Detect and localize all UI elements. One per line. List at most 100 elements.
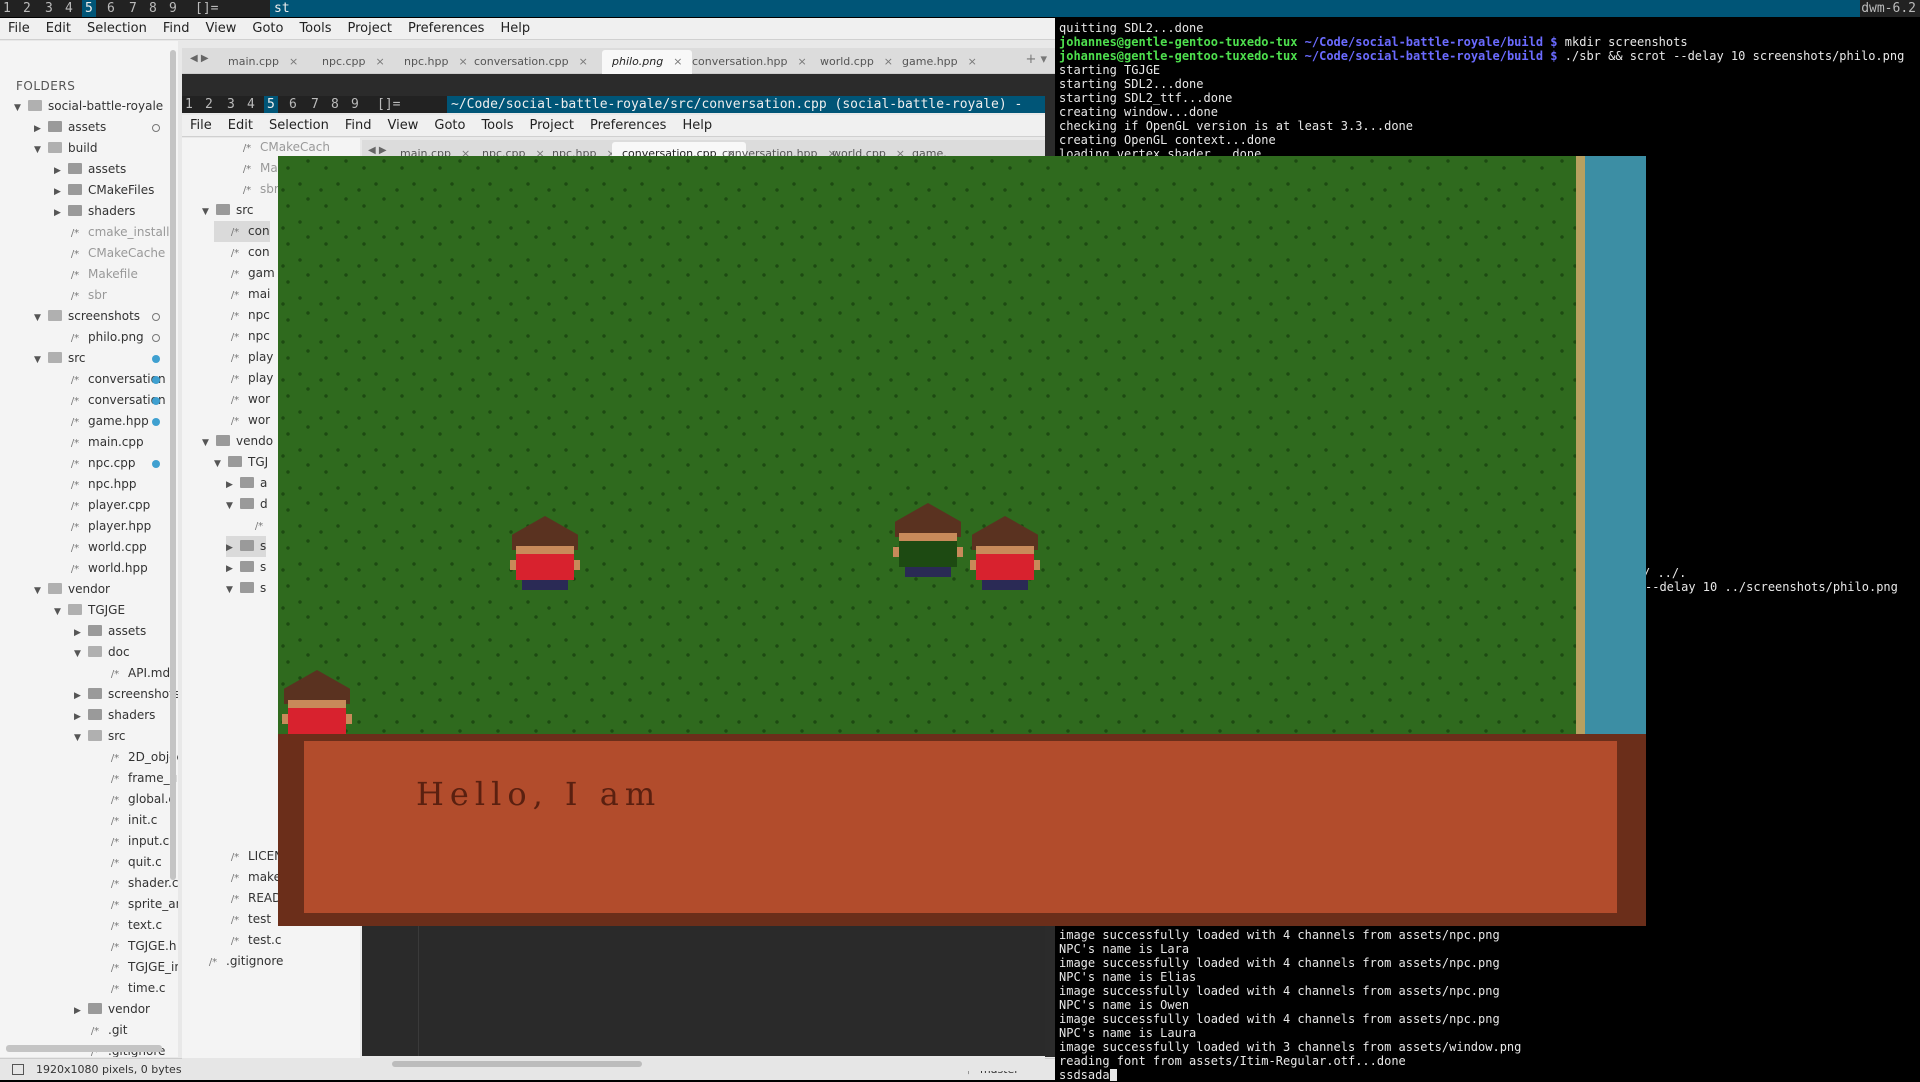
sidebar-tree-item[interactable]: /* world.cpp: [54, 537, 147, 558]
menu-preferences[interactable]: Preferences: [400, 18, 492, 40]
term-line: NPC's name is Owen: [1059, 998, 1190, 1012]
sidebar-tree-item[interactable]: /* game.hpp: [54, 411, 149, 432]
sidebar-tree-item[interactable]: ▼ screenshots: [34, 306, 140, 327]
sidebar-tree-item[interactable]: ▶ assets: [34, 117, 106, 138]
tag-7[interactable]: 7: [126, 0, 140, 17]
sidebar-tree-item[interactable]: /* npc.hpp: [54, 474, 137, 495]
sidebar-tree-item[interactable]: ▶ assets: [54, 159, 126, 180]
term-line: image successfully loaded with 4 channel…: [1059, 984, 1500, 998]
sidebar-tree-item[interactable]: ▼ TGJGE: [54, 600, 125, 621]
file-icon: /*: [230, 290, 240, 301]
inner-menu-goto: Goto: [434, 118, 466, 133]
close-icon[interactable]: ×: [798, 55, 807, 68]
folder-icon: [68, 205, 82, 216]
sidebar-tree-item[interactable]: /* philo.png: [54, 327, 144, 348]
sidebar-tree-item[interactable]: /* world.hpp: [54, 558, 148, 579]
sidebar-tree-item[interactable]: /* time.c: [94, 978, 166, 999]
menu-view[interactable]: View: [198, 18, 245, 40]
sidebar-tree-item[interactable]: /* shader.c: [94, 873, 178, 894]
tab-overflow-icon[interactable]: + ▾: [1025, 52, 1047, 67]
tag-6[interactable]: 6: [104, 0, 118, 17]
tag-4[interactable]: 4: [62, 0, 76, 17]
file-icon: /*: [230, 374, 240, 385]
sidebar-tree-item[interactable]: /* cmake_install: [54, 222, 170, 243]
chevron-down-icon: ▼: [226, 585, 233, 595]
menu-selection[interactable]: Selection: [79, 18, 155, 40]
tab[interactable]: game.hpp ×: [892, 50, 987, 74]
sidebar-tree-item[interactable]: /* TGJGE.h: [94, 936, 177, 957]
sidebar-tree-item[interactable]: /*frame_upda: [94, 768, 178, 789]
prompt-command: ./sbr && scrot --delay 10 screenshots/ph…: [1564, 49, 1905, 63]
sidebar-tree-item[interactable]: ▶ CMakeFiles: [54, 180, 154, 201]
sidebar-tree-item[interactable]: /* player.cpp: [54, 495, 150, 516]
sidebar-tree-item[interactable]: /* conversation: [54, 369, 166, 390]
sidebar-tree-item[interactable]: /* quit.c: [94, 852, 162, 873]
tab[interactable]: main.cpp ×: [218, 50, 308, 74]
menu-tools[interactable]: Tools: [291, 18, 339, 40]
menu-goto[interactable]: Goto: [244, 18, 291, 40]
term-line: johannes@gentle-gentoo-tuxedo-tux ~/Code…: [1059, 35, 1688, 49]
menu-find[interactable]: Find: [155, 18, 198, 40]
close-icon[interactable]: ×: [376, 55, 385, 68]
close-icon[interactable]: ×: [289, 55, 298, 68]
layout-symbol[interactable]: []=: [192, 0, 221, 17]
tab[interactable]: world.cpp ×: [810, 50, 903, 74]
inner-tree-label: sbr: [260, 182, 279, 196]
game-window[interactable]: Hello, I am: [278, 156, 1646, 926]
tag-3[interactable]: 3: [42, 0, 56, 17]
tag-1[interactable]: 1: [0, 0, 14, 17]
tag-2[interactable]: 2: [20, 0, 34, 17]
sidebar-tree-item[interactable]: /* CMakeCache: [54, 243, 166, 264]
sidebar-item-label: main.cpp: [88, 435, 144, 449]
inner-tree-item: ▼ src: [202, 200, 254, 221]
sidebar-tree-item[interactable]: /* player.hpp: [54, 516, 151, 537]
sidebar-tree-item[interactable]: ▶ assets: [74, 621, 146, 642]
tab[interactable]: philo.png ×: [602, 50, 693, 74]
sidebar-tree-item[interactable]: ▼ doc: [74, 642, 130, 663]
tab[interactable]: npc.cpp ×: [312, 50, 395, 74]
sidebar-tree-item[interactable]: /* Makefile: [54, 264, 138, 285]
close-icon[interactable]: ×: [968, 55, 977, 68]
panel-toggle-icon[interactable]: [12, 1064, 24, 1075]
inner-tree-label: wor: [248, 392, 271, 406]
sidebar-tree-item[interactable]: /* sprite_and_: [94, 894, 178, 915]
sidebar-tree-item[interactable]: /* text.c: [94, 915, 162, 936]
sidebar-item-label: npc.hpp: [88, 477, 137, 491]
sidebar-tree-item[interactable]: /* global.c: [94, 789, 175, 810]
sidebar-tree-item[interactable]: /* input.c: [94, 831, 169, 852]
sidebar-tree-item[interactable]: ▼ vendor: [34, 579, 110, 600]
tab-nav-arrows-icon[interactable]: ◀ ▶: [190, 53, 209, 64]
sidebar-tree-item[interactable]: ▼ src: [74, 726, 126, 747]
sidebar-tree-item[interactable]: ▶ vendor: [74, 999, 150, 1020]
tag-9[interactable]: 9: [166, 0, 180, 17]
sidebar-tree-item[interactable]: /* TGJGE_inte: [94, 957, 178, 978]
tab[interactable]: conversation.hpp ×: [682, 50, 817, 74]
sidebar-tree-item[interactable]: ▶ shaders: [74, 705, 155, 726]
sidebar-tree-item[interactable]: /*2D_object.c: [94, 747, 178, 768]
sidebar-tree-item[interactable]: ▼ build: [34, 138, 98, 159]
sidebar-tree-item[interactable]: /* sbr: [54, 285, 107, 306]
menu-file[interactable]: File: [0, 18, 38, 40]
sidebar-hscrollbar[interactable]: [6, 1045, 162, 1052]
sidebar-tree-item[interactable]: ▼ src: [34, 348, 86, 369]
close-icon[interactable]: ×: [579, 55, 588, 68]
sidebar-tree-item[interactable]: /* .git: [74, 1020, 128, 1041]
chevron-down-icon: ▼: [214, 459, 221, 469]
sidebar-tree-item[interactable]: ▶ shaders: [54, 201, 135, 222]
sidebar-tree-item[interactable]: /* init.c: [94, 810, 158, 831]
sidebar-tree-item[interactable]: /* main.cpp: [54, 432, 144, 453]
sidebar-tree-item[interactable]: /* conversation: [54, 390, 166, 411]
tab[interactable]: conversation.cpp ×: [464, 50, 598, 74]
tag-8[interactable]: 8: [146, 0, 160, 17]
tag-5[interactable]: 5: [82, 0, 96, 17]
menu-help[interactable]: Help: [492, 18, 538, 40]
cursor: [1109, 1069, 1117, 1081]
sidebar-scrollbar[interactable]: [170, 50, 176, 880]
chevron-down-icon: ▼: [34, 586, 41, 596]
sidebar-tree-item[interactable]: ▶ screenshots: [74, 684, 178, 705]
menu-project[interactable]: Project: [339, 18, 399, 40]
sidebar-tree-item[interactable]: /* API.md: [94, 663, 170, 684]
menu-edit[interactable]: Edit: [38, 18, 79, 40]
sidebar-tree-item[interactable]: /* npc.cpp: [54, 453, 136, 474]
sidebar-tree-item[interactable]: ▼ social-battle-royale: [14, 96, 163, 117]
